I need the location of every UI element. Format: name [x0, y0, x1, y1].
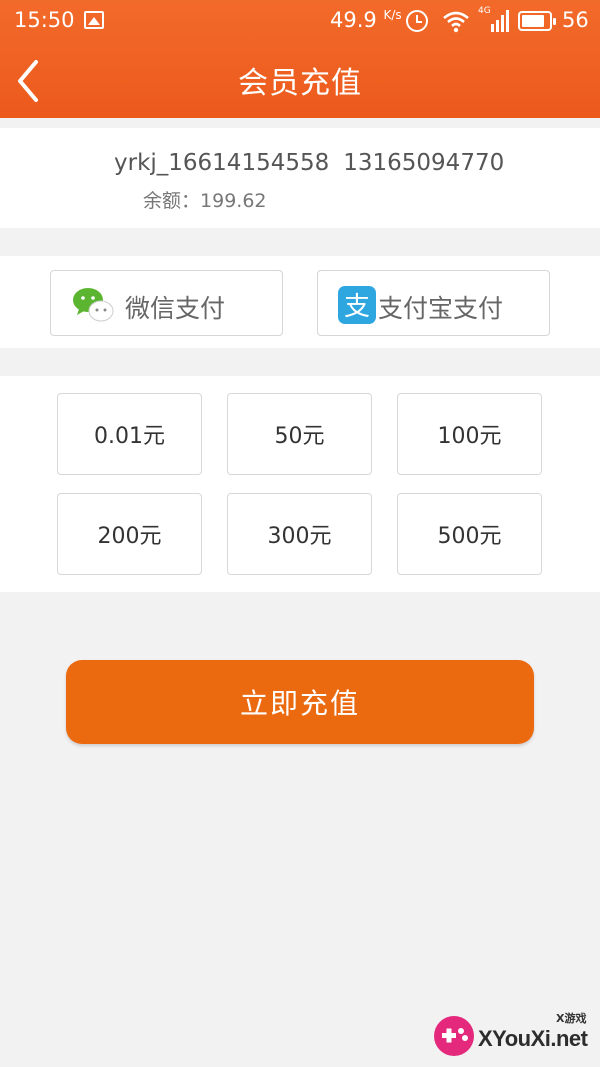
balance-line: 余额：199.62: [143, 186, 267, 213]
amount-option-300[interactable]: 300元: [227, 493, 372, 575]
amount-option-200[interactable]: 200元: [57, 493, 202, 575]
balance-label: 余额：: [143, 190, 201, 212]
alarm-icon: [406, 10, 428, 32]
recharge-now-button[interactable]: 立即充值: [66, 660, 534, 744]
status-net-speed: 49.9 K/s: [330, 8, 402, 32]
balance-value: 199.62: [200, 190, 267, 212]
wechat-pay-button[interactable]: 微信支付: [50, 270, 283, 336]
image-notification-icon: [84, 11, 104, 29]
svg-text:支: 支: [344, 292, 370, 322]
account-card: yrkj_16614154558 13165094770: [0, 128, 600, 228]
amount-section: 0.01元 50元 100元 200元 300元 500元: [0, 376, 600, 592]
amount-option-500[interactable]: 500元: [397, 493, 542, 575]
watermark-sub: X游戏: [556, 1012, 587, 1025]
wifi-icon: [443, 11, 469, 33]
app-header: 15:50 49.9 K/s 4G 56 会员充值: [0, 0, 600, 118]
battery-level: 56: [562, 8, 589, 32]
watermark: XYouXi.net X游戏: [428, 1006, 598, 1062]
gamepad-logo-icon: [434, 1016, 474, 1056]
alipay-button[interactable]: 支 支付宝支付: [317, 270, 550, 336]
signal-icon: [491, 10, 509, 32]
account-phone: 13165094770: [343, 150, 505, 176]
payment-method-section: 微信支付 支 支付宝支付: [0, 256, 600, 348]
alipay-icon: 支: [338, 286, 376, 324]
amount-option-50[interactable]: 50元: [227, 393, 372, 475]
amount-option-100[interactable]: 100元: [397, 393, 542, 475]
wechat-icon: [73, 288, 114, 322]
status-bar: 15:50 49.9 K/s 4G 56: [0, 0, 600, 44]
net-speed-unit: K/s: [383, 8, 402, 22]
page-title: 会员充值: [238, 66, 362, 101]
net-speed-value: 49.9: [330, 8, 377, 32]
amount-option-0-01[interactable]: 0.01元: [57, 393, 202, 475]
wechat-pay-label: 微信支付: [125, 294, 226, 323]
battery-icon: [518, 11, 556, 31]
watermark-text: XYouXi.net: [478, 1026, 588, 1051]
account-username: yrkj_16614154558: [114, 150, 330, 176]
alipay-label: 支付宝支付: [378, 294, 504, 323]
account-info: yrkj_16614154558 13165094770: [114, 150, 504, 176]
status-time: 15:50: [14, 8, 75, 32]
